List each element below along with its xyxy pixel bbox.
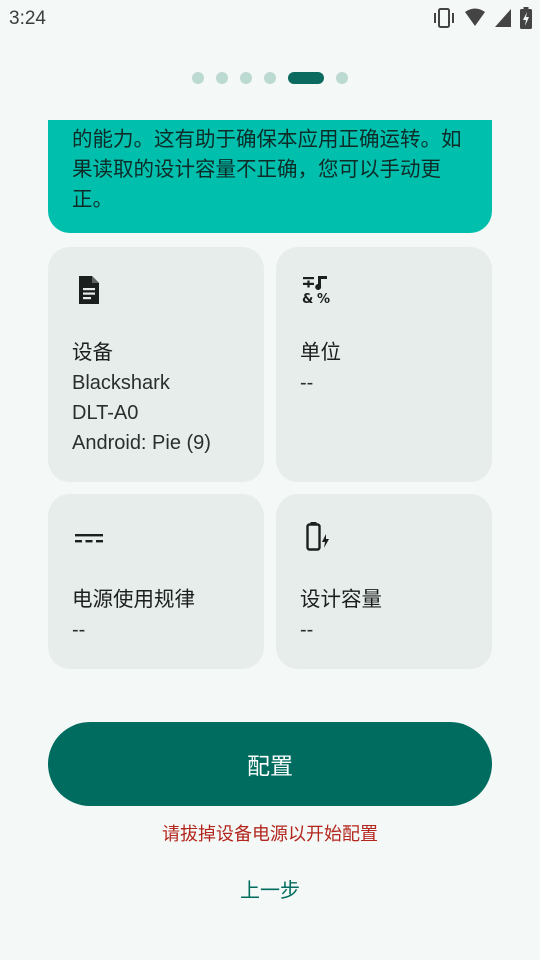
power-pattern-title: 电源使用规律: [72, 587, 195, 611]
previous-step-button[interactable]: 上一步: [200, 874, 340, 906]
configure-button[interactable]: 配置: [48, 722, 492, 806]
page-indicator: [0, 71, 540, 85]
device-title: 设备: [72, 340, 113, 364]
battery-charging-outline-icon: [306, 522, 329, 551]
page-dot-3: [240, 72, 252, 84]
vibrate-icon: [434, 8, 454, 28]
unit-title: 单位: [300, 340, 341, 364]
wifi-icon: [465, 8, 485, 26]
status-time: 3:24: [9, 8, 46, 29]
unplug-warning: 请拔掉设备电源以开始配置: [162, 824, 378, 845]
design-capacity-value: --: [300, 619, 314, 641]
power-pattern-tile[interactable]: 电源使用规律 --: [48, 494, 264, 669]
page-dot-4: [264, 72, 276, 84]
device-tile[interactable]: 设备 Blackshark DLT-A0 Android: Pie (9): [48, 247, 264, 482]
page-dot-2: [216, 72, 228, 84]
page-dot-1: [192, 72, 204, 84]
intro-card: 的能力。这有助于确保本应用正确运转。如果读取的设计容量不正确，您可以手动更正。: [48, 120, 492, 233]
intro-text: 的能力。这有助于确保本应用正确运转。如果读取的设计容量不正确，您可以手动更正。: [72, 127, 462, 211]
power-input-icon: [75, 534, 103, 543]
unit-value: --: [300, 372, 314, 394]
design-capacity-tile[interactable]: 设计容量 --: [276, 494, 492, 669]
page-dot-6: [336, 72, 348, 84]
status-bar: 3:24: [0, 0, 540, 38]
status-icons: [432, 7, 532, 29]
svg-text:%: %: [317, 292, 330, 307]
document-icon: [79, 276, 99, 304]
battery-charging-icon: [520, 7, 532, 29]
page-dot-5-active: [288, 72, 324, 84]
math-symbols-icon: & %: [302, 276, 330, 307]
signal-icon: [495, 9, 511, 27]
design-capacity-title: 设计容量: [300, 587, 382, 611]
unit-tile[interactable]: & % 单位 --: [276, 247, 492, 482]
power-pattern-value: --: [72, 619, 86, 641]
device-value: Blackshark DLT-A0 Android: Pie (9): [72, 372, 211, 454]
svg-text:&: &: [302, 292, 313, 307]
